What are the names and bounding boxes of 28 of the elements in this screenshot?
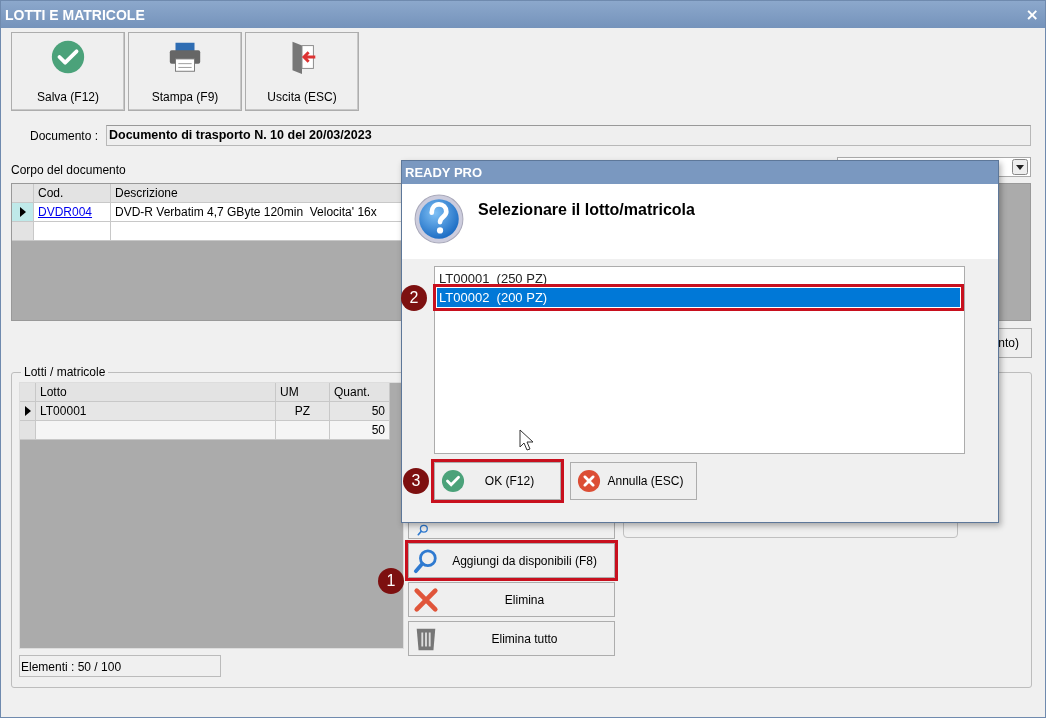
total-cell: 50 — [330, 421, 390, 440]
table-cell: PZ — [276, 402, 330, 421]
column-header: Cod. — [34, 184, 111, 203]
step-marker: 3 — [403, 468, 429, 494]
action-button[interactable]: Aggiungi da disponibili (F8) — [408, 543, 615, 578]
column-header: Quant. — [330, 383, 390, 402]
table-cell: 50 — [330, 402, 390, 421]
dialog-message: Selezionare il lotto/matricola — [478, 201, 695, 219]
document-field: Documento di trasporto N. 10 del 20/03/2023 — [106, 125, 1031, 146]
group-title: Lotti / matricole — [23, 365, 107, 379]
list-item[interactable]: LT00001 (250 PZ) — [437, 269, 960, 288]
dialog-title: READY PRO — [402, 161, 998, 184]
item-code-link[interactable]: DVDR004 — [34, 203, 111, 222]
document-label: Documento : — [30, 128, 100, 143]
action-button[interactable]: Elimina — [408, 582, 615, 617]
column-header: UM — [276, 383, 330, 402]
status-field: Elementi : 50 / 100 — [19, 655, 221, 677]
table-cell: LT00001 — [36, 402, 276, 421]
action-button[interactable]: Elimina tutto — [408, 621, 615, 656]
column-header: Lotto — [36, 383, 276, 402]
section-label: Corpo del documento — [11, 163, 126, 177]
toolbar-button[interactable]: Stampa (F9) — [128, 32, 242, 111]
dialog-button[interactable]: Annulla (ESC) — [570, 462, 697, 500]
dialog-button[interactable]: OK (F12) — [434, 462, 561, 500]
toolbar-button[interactable]: Salva (F12) — [11, 32, 125, 111]
window-title: LOTTI E MATRICOLE — [5, 6, 145, 23]
toolbar-button[interactable]: Uscita (ESC) — [245, 32, 359, 111]
step-marker: 2 — [401, 284, 427, 311]
